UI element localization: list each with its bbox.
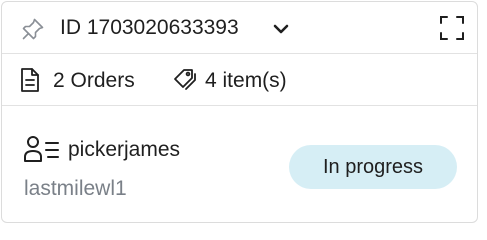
order-id-title[interactable]: ID 1703020633393 <box>60 15 239 41</box>
chevron-down-icon[interactable] <box>272 20 290 38</box>
order-summary: 2 Orders 4 item(s) <box>2 54 477 106</box>
status-badge: In progress <box>289 145 457 189</box>
orders-count: 2 Orders <box>53 69 135 92</box>
card-header: ID 1703020633393 <box>2 2 477 54</box>
location-label: lastmilewl1 <box>24 177 127 200</box>
order-card: ID 1703020633393 2 Orders 4 item(s) pick… <box>1 1 478 223</box>
picker-name: pickerjames <box>68 138 181 161</box>
expand-icon[interactable] <box>438 14 466 42</box>
document-icon <box>20 67 40 93</box>
tags-icon <box>172 67 198 93</box>
pin-icon[interactable] <box>20 16 46 42</box>
items-count: 4 item(s) <box>205 69 287 92</box>
user-list-icon <box>24 135 62 163</box>
